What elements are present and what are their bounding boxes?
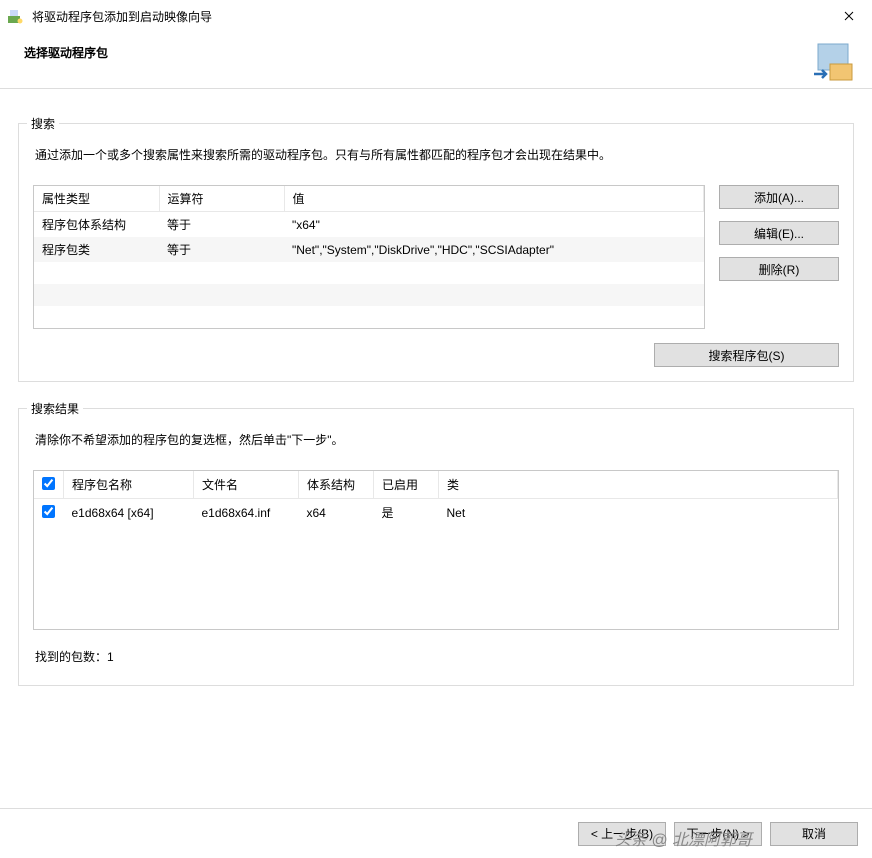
search-packages-button[interactable]: 搜索程序包(S) bbox=[654, 343, 839, 367]
col-op-header[interactable]: 运算符 bbox=[159, 186, 284, 212]
col-file-header[interactable]: 文件名 bbox=[194, 471, 299, 499]
next-button[interactable]: 下一步(N) > bbox=[674, 822, 762, 846]
table-row[interactable] bbox=[34, 284, 704, 306]
wizard-icon bbox=[808, 40, 856, 84]
col-arch-header[interactable]: 体系结构 bbox=[299, 471, 374, 499]
wizard-header: 选择驱动程序包 bbox=[0, 32, 872, 88]
add-button[interactable]: 添加(A)... bbox=[719, 185, 839, 209]
table-row[interactable]: e1d68x64 [x64] e1d68x64.inf x64 是 Net bbox=[34, 499, 838, 527]
table-row[interactable] bbox=[34, 306, 704, 328]
results-group-label: 搜索结果 bbox=[27, 400, 83, 417]
title-bar: 将驱动程序包添加到启动映像向导 bbox=[0, 0, 872, 32]
col-val-header[interactable]: 值 bbox=[284, 186, 704, 212]
select-all-checkbox[interactable] bbox=[42, 477, 55, 490]
results-group: 搜索结果 清除你不希望添加的程序包的复选框，然后单击"下一步"。 程序包名称 文… bbox=[18, 408, 854, 686]
col-enabled-header[interactable]: 已启用 bbox=[374, 471, 439, 499]
col-name-header[interactable]: 程序包名称 bbox=[64, 471, 194, 499]
delete-button[interactable]: 删除(R) bbox=[719, 257, 839, 281]
wizard-subtitle: 选择驱动程序包 bbox=[24, 40, 108, 61]
row-checkbox[interactable] bbox=[42, 505, 55, 518]
cancel-button[interactable]: 取消 bbox=[770, 822, 858, 846]
search-criteria-table[interactable]: 属性类型 运算符 值 程序包体系结构 等于 "x64" 程序包类 等于 bbox=[33, 185, 705, 329]
table-row[interactable]: 程序包类 等于 "Net","System","DiskDrive","HDC"… bbox=[34, 237, 704, 262]
search-group-label: 搜索 bbox=[27, 115, 59, 132]
results-desc: 清除你不希望添加的程序包的复选框，然后单击"下一步"。 bbox=[35, 431, 837, 448]
back-button[interactable]: < 上一步(B) bbox=[578, 822, 666, 846]
search-group: 搜索 通过添加一个或多个搜索属性来搜索所需的驱动程序包。只有与所有属性都匹配的程… bbox=[18, 123, 854, 382]
wizard-footer: < 上一步(B) 下一步(N) > 取消 bbox=[0, 808, 872, 858]
table-row[interactable] bbox=[34, 262, 704, 284]
col-class-header[interactable]: 类 bbox=[439, 471, 838, 499]
close-button[interactable] bbox=[826, 0, 872, 32]
results-table[interactable]: 程序包名称 文件名 体系结构 已启用 类 e1d68x64 [x64] e1d6… bbox=[33, 470, 839, 630]
select-all-cell[interactable] bbox=[34, 471, 64, 499]
search-desc: 通过添加一个或多个搜索属性来搜索所需的驱动程序包。只有与所有属性都匹配的程序包才… bbox=[35, 146, 837, 163]
window-title: 将驱动程序包添加到启动映像向导 bbox=[32, 8, 212, 25]
app-icon bbox=[6, 7, 24, 25]
edit-button[interactable]: 编辑(E)... bbox=[719, 221, 839, 245]
table-row[interactable]: 程序包体系结构 等于 "x64" bbox=[34, 212, 704, 238]
found-count: 找到的包数：1 bbox=[35, 648, 837, 665]
col-attr-header[interactable]: 属性类型 bbox=[34, 186, 159, 212]
